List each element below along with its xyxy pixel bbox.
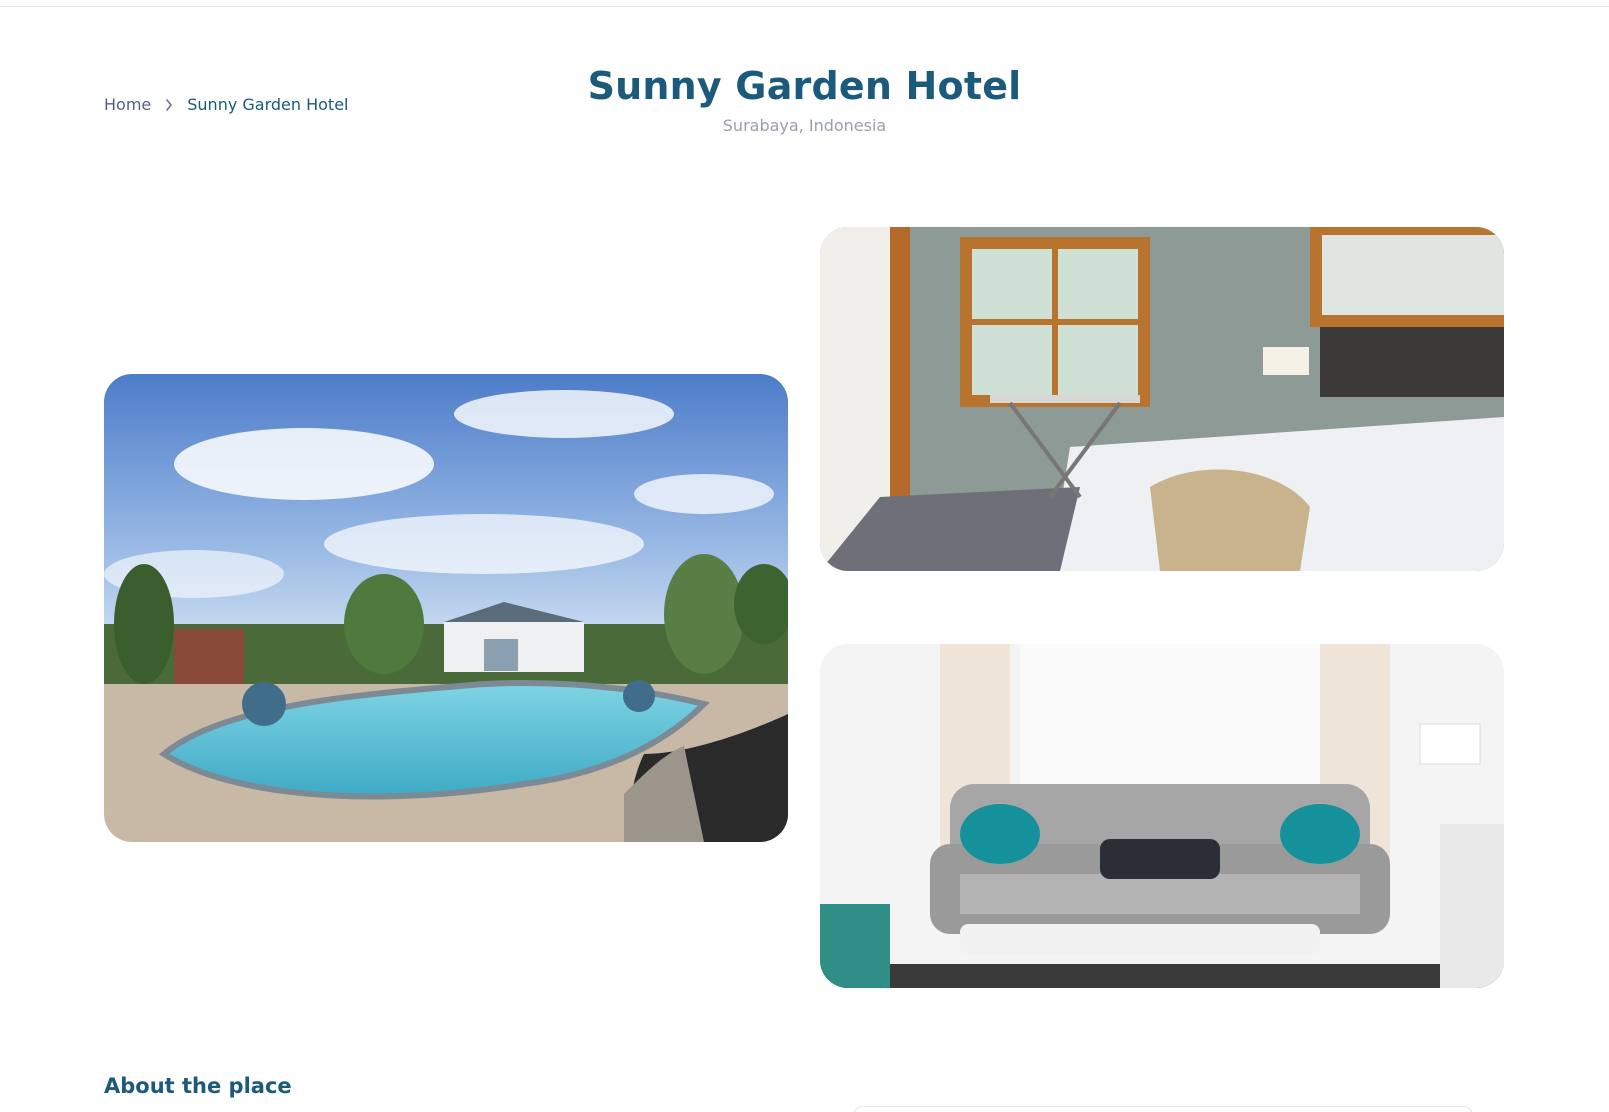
header-divider	[0, 0, 1609, 7]
page-header: Sunny Garden Hotel Surabaya, Indonesia	[0, 64, 1609, 135]
gallery-image-pool[interactable]	[104, 374, 788, 842]
location-subtitle: Surabaya, Indonesia	[722, 116, 887, 135]
gallery-image-living-room[interactable]	[820, 644, 1504, 988]
about-heading: About the place	[104, 1074, 292, 1098]
gallery-image-bedroom[interactable]	[820, 227, 1504, 571]
booking-card	[853, 1106, 1473, 1112]
page-title: Sunny Garden Hotel	[587, 64, 1022, 108]
